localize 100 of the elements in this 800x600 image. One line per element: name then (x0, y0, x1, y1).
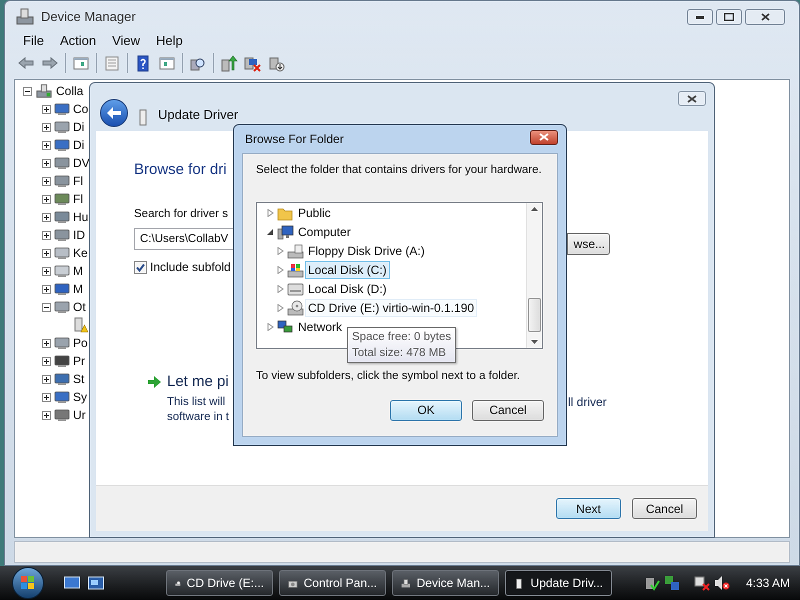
next-button[interactable]: Next (556, 498, 621, 519)
cancel-button[interactable]: Cancel (632, 498, 697, 519)
tree-item[interactable]: M (73, 262, 83, 280)
menu-item[interactable]: File (23, 31, 44, 51)
tree-item[interactable]: Fl (73, 172, 83, 190)
expand-icon[interactable] (42, 410, 51, 420)
update-icon[interactable] (220, 54, 238, 72)
network-icon[interactable] (664, 575, 680, 591)
forward-arrow-icon[interactable] (41, 54, 59, 72)
taskbar-button[interactable]: Update Driv... (505, 570, 612, 596)
expand-icon[interactable] (42, 158, 51, 168)
device-icon (54, 228, 70, 242)
device-icon (54, 372, 70, 386)
folder-item[interactable]: Network (295, 318, 346, 336)
device-icon (54, 138, 70, 152)
tree-item[interactable]: Di (73, 118, 84, 136)
folder-item[interactable]: Public (295, 204, 334, 222)
ok-button[interactable]: OK (390, 400, 462, 420)
expand-icon[interactable] (42, 122, 51, 132)
close-button[interactable] (678, 91, 706, 106)
collapse-icon[interactable] (267, 228, 274, 236)
windows-logo-icon (21, 576, 35, 590)
clock[interactable]: 4:33 AM (746, 574, 790, 592)
expand-icon[interactable] (42, 104, 51, 114)
collapse-icon[interactable] (42, 302, 51, 312)
device-icon (54, 174, 70, 188)
close-button[interactable] (530, 130, 558, 144)
back-arrow-icon[interactable] (17, 54, 35, 72)
back-button[interactable] (100, 99, 128, 127)
expand-icon[interactable] (42, 338, 51, 348)
scroll-up-icon[interactable] (531, 207, 538, 212)
desktop-icon[interactable] (64, 576, 80, 590)
start-button[interactable] (12, 567, 44, 599)
expand-icon[interactable] (42, 176, 51, 186)
drive-icon (287, 242, 304, 259)
expand-icon[interactable] (42, 230, 51, 240)
tree-item[interactable]: Ke (73, 244, 88, 262)
tree-item[interactable]: M (73, 280, 83, 298)
disable-icon[interactable] (244, 54, 262, 72)
volume-muted-icon[interactable] (714, 575, 730, 591)
maximize-button[interactable] (716, 9, 742, 25)
scroll-down-icon[interactable] (531, 340, 538, 344)
tree-item[interactable]: Fl (73, 190, 83, 208)
close-icon (760, 13, 770, 21)
tree-item[interactable]: DV (73, 154, 90, 172)
checkbox[interactable] (134, 260, 147, 274)
folder-item[interactable]: Floppy Disk Drive (A:) (305, 242, 428, 260)
drive-icon (287, 280, 304, 297)
expand-icon[interactable] (42, 374, 51, 384)
tree-item[interactable]: ID (73, 226, 85, 244)
minimize-button[interactable] (687, 9, 713, 25)
tree-item[interactable]: Co (73, 100, 88, 118)
expand-icon[interactable] (42, 356, 51, 366)
scroll-thumb[interactable] (528, 298, 541, 332)
close-button[interactable] (745, 9, 785, 25)
tree-item[interactable]: St (73, 370, 84, 388)
panel-icon[interactable] (158, 54, 176, 72)
field-label: Search for driver s (134, 207, 228, 222)
expand-icon[interactable] (42, 266, 51, 276)
tree-item[interactable]: Ot (73, 298, 86, 316)
menu-item[interactable]: View (112, 31, 140, 51)
minimize-icon (696, 16, 704, 18)
tree-item[interactable]: Ur (73, 406, 86, 424)
expand-icon[interactable] (42, 392, 51, 402)
tree-item[interactable]: Sy (73, 388, 88, 406)
uninstall-icon[interactable] (268, 54, 286, 72)
link-heading[interactable]: Let me pi (167, 371, 229, 394)
folder-item[interactable]: Local Disk (D:) (305, 280, 390, 298)
window-title: Device Manager (41, 8, 136, 26)
expand-icon[interactable] (42, 194, 51, 204)
security-icon[interactable] (644, 575, 660, 591)
menu-item[interactable]: Action (60, 31, 96, 51)
tree-item[interactable]: Po (73, 334, 88, 352)
device-icon (54, 264, 70, 278)
device-icon (54, 354, 70, 368)
tree-item[interactable]: Colla (56, 82, 84, 100)
windows-icon[interactable] (88, 576, 104, 590)
expand-icon[interactable] (42, 212, 51, 222)
menu-item[interactable]: Help (156, 31, 183, 51)
folder-item[interactable]: CD Drive (E:) virtio-win-0.1.190 (305, 298, 478, 317)
cancel-button[interactable]: Cancel (472, 400, 544, 420)
tree-item[interactable]: Hu (73, 208, 88, 226)
scrollbar[interactable] (526, 203, 542, 348)
tree-item[interactable]: Di (73, 136, 84, 154)
expand-icon[interactable] (42, 284, 51, 294)
expand-icon[interactable] (42, 140, 51, 150)
properties-icon[interactable] (103, 54, 121, 72)
taskbar-button[interactable]: Control Pan... (279, 570, 386, 596)
page-heading: Browse for dri (134, 160, 227, 180)
folder-item[interactable]: Computer (295, 222, 354, 241)
collapse-icon[interactable] (23, 86, 32, 96)
tree-item[interactable]: Pr (73, 352, 85, 370)
network-disconnected-icon[interactable] (694, 575, 710, 591)
checkbox-label: Include subfold (150, 259, 231, 276)
browse-button[interactable]: wse... (567, 233, 610, 255)
expand-icon[interactable] (42, 248, 51, 258)
taskbar-button[interactable]: CD Drive (E:... (166, 570, 273, 596)
folder-item[interactable]: Local Disk (C:) (305, 260, 390, 279)
panel-icon[interactable] (72, 54, 90, 72)
taskbar-button[interactable]: Device Man... (392, 570, 499, 596)
